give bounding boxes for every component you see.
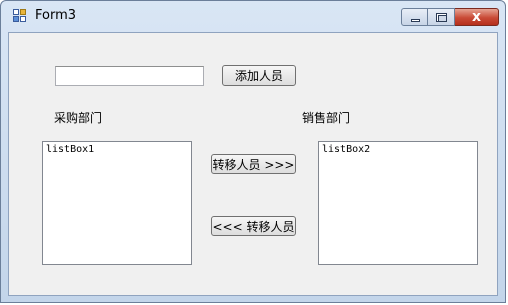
move-to-sales-button[interactable]: 转移人员 >>> [211,154,296,174]
minimize-icon [411,19,420,22]
caption-buttons: x [401,8,499,27]
close-icon: x [471,9,482,25]
window-title: Form3 [35,8,77,23]
person-name-input[interactable] [55,66,204,86]
add-person-button[interactable]: 添加人员 [222,65,296,86]
minimize-button[interactable] [401,8,428,26]
listbox-placeholder-text: listBox1 [46,144,95,155]
form3-window: Form3 x 添加人员 采购部门 销售部门 listBox1 转移人员 >>>… [0,0,506,303]
listbox-placeholder-text: listBox2 [322,144,371,155]
title-bar[interactable]: Form3 x [1,1,505,31]
app-icon [13,9,29,25]
form-client-area: 添加人员 采购部门 销售部门 listBox1 转移人员 >>> <<< 转移人… [8,32,498,296]
sales-listbox[interactable]: listBox2 [318,141,478,265]
purchasing-listbox[interactable]: listBox1 [42,141,192,265]
maximize-button[interactable] [428,8,455,26]
close-button[interactable]: x [455,8,499,26]
move-to-purchasing-button[interactable]: <<< 转移人员 [211,216,296,236]
maximize-icon [436,13,447,22]
purchasing-department-label: 采购部门 [54,111,103,125]
sales-department-label: 销售部门 [302,111,351,125]
